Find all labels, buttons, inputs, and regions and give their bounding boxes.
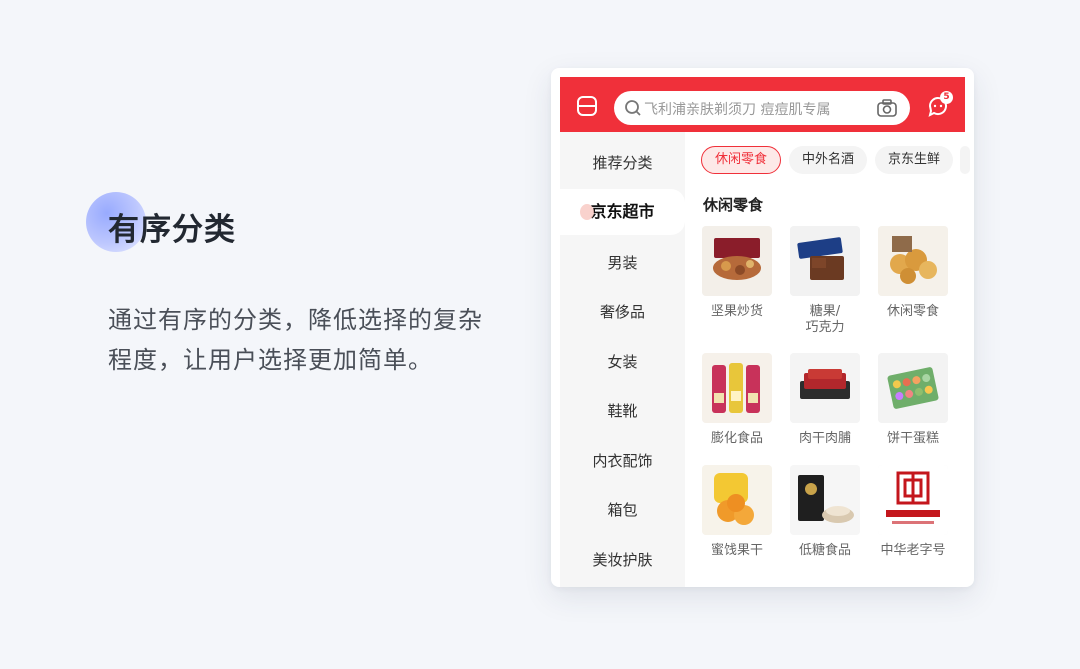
sidebar-item-label: 鞋靴 xyxy=(607,402,638,420)
chips-product-image[interactable] xyxy=(702,353,772,423)
macaron-product-image[interactable] xyxy=(878,353,948,423)
time-honored-brand-image[interactable] xyxy=(878,465,948,535)
item-label: 饼干蛋糕 xyxy=(886,431,939,446)
sidebar-item-label: 美妆护肤 xyxy=(592,551,653,569)
chip-liquor[interactable]: 中外名酒 xyxy=(789,146,868,174)
low-sugar-product-image[interactable] xyxy=(790,465,860,535)
sidebar-item-recommended[interactable]: 推荐分类 xyxy=(560,140,685,186)
chip-fresh[interactable]: 京东生鲜 xyxy=(875,146,954,174)
item-label: 膨化食品 xyxy=(710,431,763,446)
sidebar-item-shoes[interactable]: 鞋靴 xyxy=(560,388,685,434)
snack-balls-product-image[interactable] xyxy=(878,226,948,296)
sidebar-item-luxury[interactable]: 奢侈品 xyxy=(560,289,685,335)
jerky-product-image[interactable] xyxy=(790,353,860,423)
chip-snacks[interactable]: 休闲零食 xyxy=(701,146,782,174)
sidebar-item-label: 内衣配饰 xyxy=(592,452,653,470)
active-indicator xyxy=(580,204,594,220)
item-label: 肉干肉脯 xyxy=(798,431,851,446)
sidebar-item-underwear[interactable]: 内衣配饰 xyxy=(560,438,685,484)
sidebar-item-label: 男装 xyxy=(607,254,638,272)
camera-icon[interactable] xyxy=(876,98,898,118)
item-label: 蜜饯果干 xyxy=(710,543,763,558)
search-icon xyxy=(625,100,641,116)
message-badge: 5 xyxy=(940,91,953,104)
item-label: 坚果炒货 xyxy=(710,304,763,319)
sidebar-item-womenswear[interactable]: 女装 xyxy=(560,339,685,385)
scan-icon[interactable] xyxy=(576,95,598,117)
category-page-card: 飞利浦亲肤剃须刀 痘痘肌专属 5 推荐分类 京东超市 男装 奢侈品 女装 鞋靴 … xyxy=(551,68,974,587)
sidebar-item-label: 推荐分类 xyxy=(592,154,653,172)
section-title: 休闲零食 xyxy=(703,196,764,214)
item-label: 中华老字号 xyxy=(880,543,946,558)
item-label: 休闲零食 xyxy=(886,304,939,319)
chocolate-product-image[interactable] xyxy=(790,226,860,296)
top-bar: 飞利浦亲肤剃须刀 痘痘肌专属 5 xyxy=(560,77,965,132)
item-label: 糖果/ 巧克力 xyxy=(805,304,845,335)
sidebar-item-bags[interactable]: 箱包 xyxy=(560,487,685,533)
chip-next[interactable] xyxy=(960,146,970,174)
search-input[interactable]: 飞利浦亲肤剃须刀 痘痘肌专属 xyxy=(614,91,910,125)
sidebar-item-jd-supermarket[interactable]: 京东超市 xyxy=(560,189,685,235)
dried-fruit-product-image[interactable] xyxy=(702,465,772,535)
item-label: 低糖食品 xyxy=(798,543,851,558)
search-placeholder: 飞利浦亲肤剃须刀 痘痘肌专属 xyxy=(644,102,831,118)
sidebar-item-menswear[interactable]: 男装 xyxy=(560,240,685,286)
sidebar-item-beauty[interactable]: 美妆护肤 xyxy=(560,537,685,583)
sidebar-item-label: 箱包 xyxy=(607,501,638,519)
hero-title: 有序分类 xyxy=(108,212,236,248)
sidebar-item-label: 女装 xyxy=(607,353,638,371)
sidebar-item-label: 奢侈品 xyxy=(599,303,645,321)
nuts-product-image[interactable] xyxy=(702,226,772,296)
sidebar-item-label: 京东超市 xyxy=(590,202,655,221)
hero-description: 通过有序的分类，降低选择的复杂程度，让用户选择更加简单。 xyxy=(108,306,483,374)
category-sidebar: 推荐分类 京东超市 男装 奢侈品 女装 鞋靴 内衣配饰 箱包 美妆护肤 xyxy=(560,132,685,587)
